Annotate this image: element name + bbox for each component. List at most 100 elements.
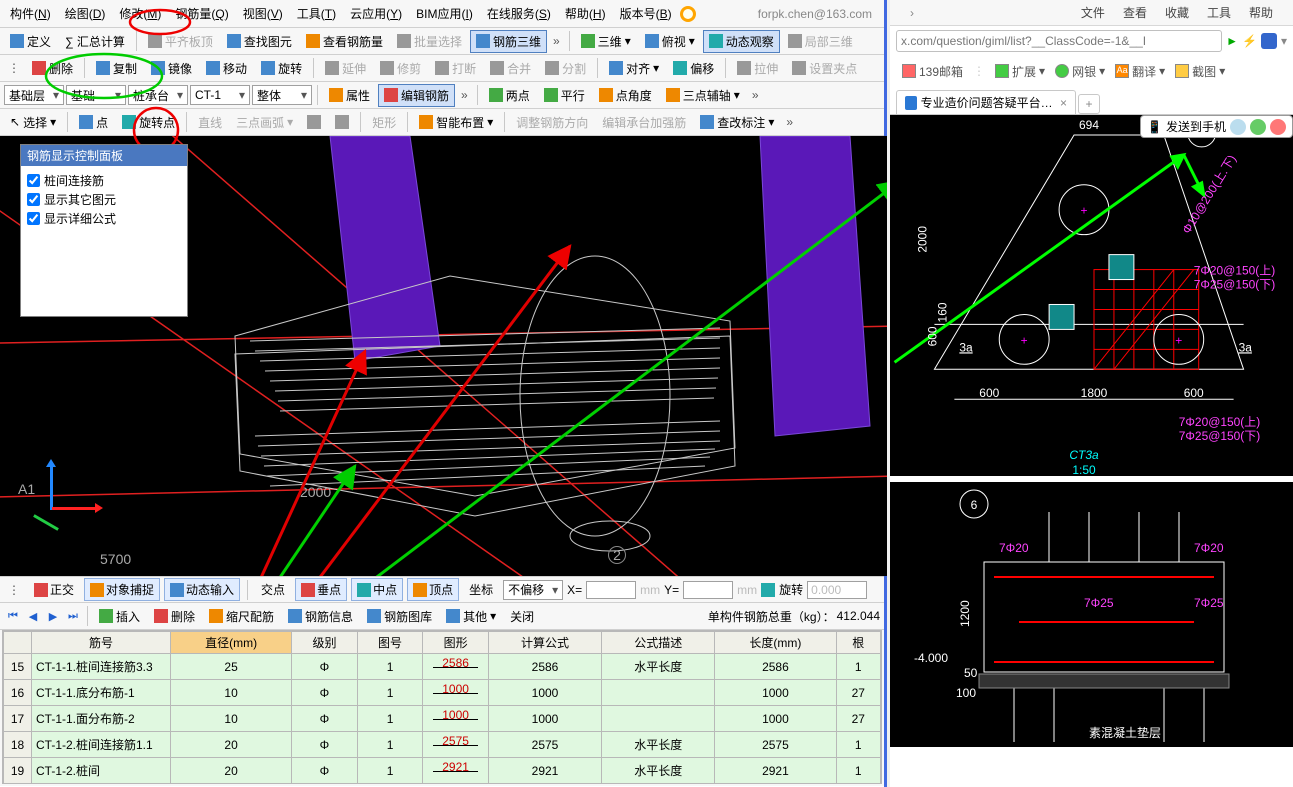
new-tab-button[interactable]: + [1078,94,1100,114]
col-4[interactable]: 图号 [357,632,423,654]
col-0[interactable] [4,632,32,654]
go-icon[interactable]: ► [1226,34,1238,48]
category-select[interactable]: 基础 [66,85,126,105]
grid-info[interactable]: 钢筋信息 [282,605,359,628]
apex-toggle[interactable]: 顶点 [407,578,459,601]
expander-1[interactable]: » [549,34,564,48]
view-rebar-button[interactable]: 查看钢筋量 [300,30,389,53]
col-2[interactable]: 直径(mm) [171,632,292,654]
break-button[interactable]: 打断 [429,57,482,80]
trim-button[interactable]: 修剪 [374,57,427,80]
menu-draw[interactable]: 绘图(D) [59,2,112,25]
ortho-toggle[interactable]: 正交 [28,578,80,601]
flash-icon[interactable]: ⚡ [1242,34,1257,48]
move-button[interactable]: 移动 [200,57,253,80]
menu-bim[interactable]: BIM应用(I) [410,2,479,25]
subcat-select[interactable]: 桩承台 [128,85,188,105]
point-button[interactable]: 点 [73,111,114,134]
table-row[interactable]: 18CT-1-2.桩间连接筋1.120Φ125752575水平长度25751 [4,732,881,758]
floor-select[interactable]: 基础层 [4,85,64,105]
menu-rebar[interactable]: 钢筋量(Q) [169,2,234,25]
merge-button[interactable]: 合并 [484,57,537,80]
rebar-3d-button[interactable]: 钢筋三维 [470,30,547,53]
split-button[interactable]: 分割 [539,57,592,80]
br-file[interactable]: 文件 [1081,4,1105,21]
arc3-button[interactable]: 三点画弧 ▾ [230,111,299,134]
table-row[interactable]: 17CT-1-1.面分布筋-210Φ110001000100027 [4,706,881,732]
adjust-dir-button[interactable]: 调整钢筋方向 [510,111,594,134]
copy-button[interactable]: 复制 [90,57,143,80]
rebar-display-panel[interactable]: 钢筋显示控制面板 桩间连接筋 显示其它图元 显示详细公式 [20,144,188,317]
extend-button[interactable]: 延伸 [319,57,372,80]
nav-first[interactable]: ⏮ [4,607,22,625]
menu-version[interactable]: 版本号(B) [614,2,678,25]
intersect-toggle[interactable]: 交点 [255,578,291,601]
edit-cap-button[interactable]: 编辑承台加强筋 [596,111,692,134]
menu-tools[interactable]: 工具(T) [291,2,342,25]
sum-button[interactable]: ∑ 汇总计算 [59,30,131,53]
setgrip-button[interactable]: 设置夹点 [786,57,863,80]
offset-button[interactable]: 偏移 [667,57,720,80]
mid-toggle[interactable]: 中点 [351,578,403,601]
x-field[interactable] [586,581,636,599]
coord-toggle[interactable]: 坐标 [463,578,499,601]
close-overlay-icon[interactable] [1270,119,1286,135]
grid-delete[interactable]: 删除 [148,605,201,628]
col-1[interactable]: 筋号 [32,632,171,654]
col-7[interactable]: 公式描述 [602,632,715,654]
cloud-icon[interactable] [1230,119,1246,135]
br-help[interactable]: 帮助 [1249,4,1273,21]
col-8[interactable]: 长度(mm) [715,632,836,654]
br-view[interactable]: 查看 [1123,4,1147,21]
view-label-button[interactable]: 查改标注 ▾ [694,111,780,134]
nav-next[interactable]: ▶ [44,607,62,625]
code-select[interactable]: CT-1 [190,85,250,105]
col-5[interactable]: 图形 [423,632,489,654]
edit-rebar-button[interactable]: 编辑钢筋 [378,84,455,107]
tab-close-icon[interactable]: × [1060,96,1067,110]
part-select[interactable]: 整体 [252,85,312,105]
ext-button[interactable]: 扩展 ▾ [995,63,1045,80]
cb-show-formula[interactable]: 显示详细公式 [27,210,181,227]
paw-icon[interactable] [1261,33,1277,49]
grid-other[interactable]: 其他 ▾ [440,605,502,628]
cb-pile-connector[interactable]: 桩间连接筋 [27,172,181,189]
menu-online[interactable]: 在线服务(S) [481,2,557,25]
level-button[interactable]: 平齐板顶 [142,30,219,53]
grid-insert[interactable]: 插入 [93,605,146,628]
send-to-phone[interactable]: 📱 发送到手机 [1140,115,1293,138]
line-button[interactable]: 直线 [192,111,228,134]
mail-139[interactable]: 139邮箱 [902,63,963,80]
dynin-toggle[interactable]: 动态输入 [164,578,240,601]
grid-ruler[interactable]: 缩尺配筋 [203,605,280,628]
col-9[interactable]: 根 [836,632,881,654]
mirror-button[interactable]: 镜像 [145,57,198,80]
translate-button[interactable]: Aa翻译 ▾ [1115,63,1165,80]
two-point-button[interactable]: 两点 [483,84,536,107]
rect-button[interactable]: 矩形 [366,111,402,134]
rotate-button[interactable]: 旋转 [255,57,308,80]
grip-icon[interactable]: ⋮ [4,61,24,75]
cad-drawing-top[interactable]: + + + 694 2000 600 160 3a 3a Φ10@200(上.下… [890,114,1293,476]
table-row[interactable]: 19CT-1-2.桩间20Φ129212921水平长度29211 [4,758,881,784]
nav-prev[interactable]: ◀ [24,607,42,625]
elevation-button[interactable]: 俯视 ▾ [639,30,701,53]
delete-button[interactable]: 删除 [26,57,79,80]
cb-show-others[interactable]: 显示其它图元 [27,191,181,208]
local-3d-button[interactable]: 局部三维 [782,30,859,53]
snap-toggle[interactable]: 对象捕捉 [84,578,160,601]
menu-modify[interactable]: 修改(M) [113,2,167,25]
select-button[interactable]: ↖ 选择 ▾ [4,111,62,134]
rot-field[interactable] [807,581,867,599]
offset-mode[interactable]: 不偏移 [503,580,563,600]
cad-drawing-bottom[interactable]: 6 7Φ20 7Φ20 7Φ25 7Φ25 1200 -4.000 50 [890,482,1293,747]
expander-3b[interactable]: » [748,88,763,102]
expander-3[interactable]: » [457,88,472,102]
find-element-button[interactable]: 查找图元 [221,30,298,53]
bank-button[interactable]: 网银 ▾ [1055,63,1105,80]
y-field[interactable] [683,581,733,599]
col-3[interactable]: 级别 [292,632,358,654]
batch-select-button[interactable]: 批量选择 [391,30,468,53]
define-button[interactable]: 定义 [4,30,57,53]
share-icon[interactable] [1250,119,1266,135]
